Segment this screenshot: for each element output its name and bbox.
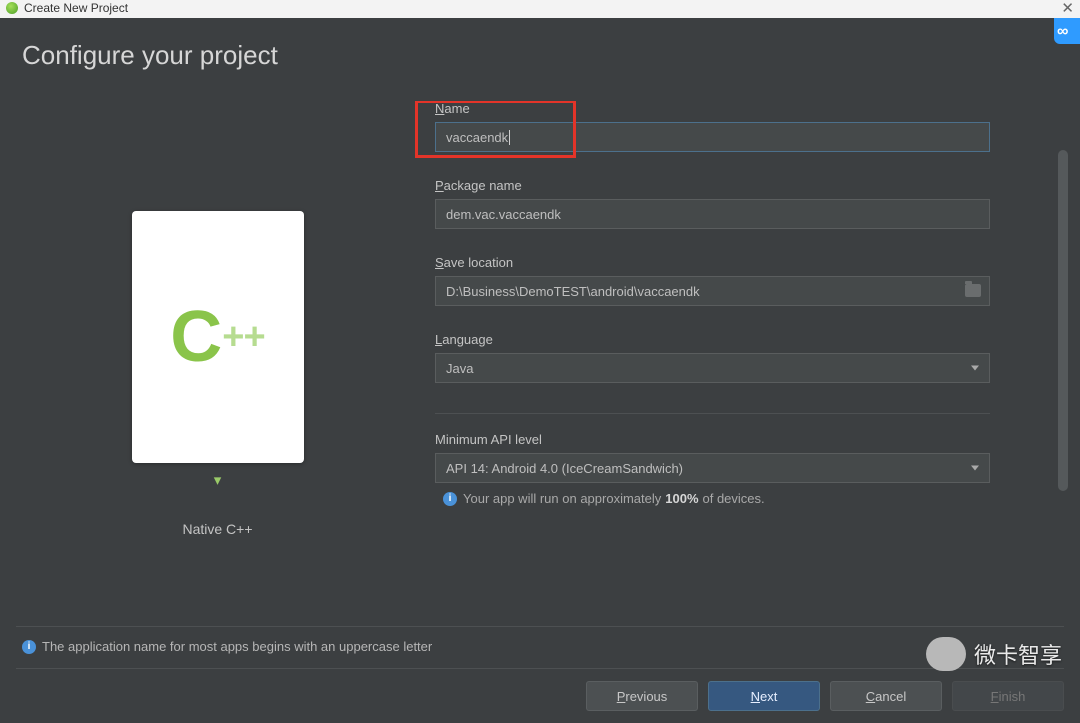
close-icon[interactable]: ✕: [1061, 0, 1074, 17]
wizard-body: ∞ Configure your project C++ ▾ Native C+…: [0, 18, 1080, 723]
min-api-select[interactable]: API 14: Android 4.0 (IceCreamSandwich): [435, 453, 990, 483]
info-icon: i: [22, 640, 36, 654]
field-language: Language Java: [435, 332, 990, 383]
browse-folder-icon[interactable]: [965, 284, 981, 297]
field-name: Name vaccaendk: [435, 101, 990, 152]
field-save-location: Save location D:\Business\DemoTEST\andro…: [435, 255, 990, 306]
vertical-scrollbar[interactable]: [1058, 150, 1068, 611]
watermark: 微卡智享: [926, 637, 1062, 671]
section-divider: [435, 413, 990, 414]
android-studio-icon: [6, 2, 18, 14]
language-label: Language: [435, 332, 990, 347]
corner-badge-icon: ∞: [1054, 18, 1080, 44]
cancel-button[interactable]: Cancel: [830, 681, 942, 711]
api-coverage-note: i Your app will run on approximately100%…: [435, 491, 990, 506]
scrollbar-thumb[interactable]: [1058, 150, 1068, 491]
language-select[interactable]: Java: [435, 353, 990, 383]
field-min-api: Minimum API level API 14: Android 4.0 (I…: [435, 432, 990, 506]
template-thumbnail: C++: [132, 211, 304, 463]
min-api-label: Minimum API level: [435, 432, 990, 447]
finish-button: Finish: [952, 681, 1064, 711]
next-button[interactable]: Next: [708, 681, 820, 711]
wizard-window: Create New Project ✕ ∞ Configure your pr…: [0, 0, 1080, 723]
template-thumb-accent: ▾: [0, 471, 435, 489]
cpp-logo-icon: C++: [170, 296, 264, 378]
template-name: Native C++: [182, 521, 252, 537]
info-icon: i: [443, 492, 457, 506]
template-preview-column: C++ ▾ Native C++: [0, 101, 435, 626]
page-title: Configure your project: [22, 40, 1080, 71]
wizard-buttons: Previous Next Cancel Finish: [0, 669, 1080, 723]
titlebar: Create New Project ✕: [0, 0, 1080, 18]
save-location-input[interactable]: D:\Business\DemoTEST\android\vaccaendk: [435, 276, 990, 306]
window-title: Create New Project: [24, 1, 1061, 15]
wechat-bubble-icon: [926, 637, 966, 671]
save-location-label: Save location: [435, 255, 990, 270]
package-label: Package name: [435, 178, 990, 193]
previous-button[interactable]: Previous: [586, 681, 698, 711]
name-input-focus-ring: [435, 122, 990, 152]
name-label: Name: [435, 101, 990, 116]
text-caret-icon: [509, 130, 510, 145]
project-form: Name vaccaendk Package name dem.vac.vacc…: [435, 101, 1080, 626]
field-package: Package name dem.vac.vaccaendk: [435, 178, 990, 229]
validation-hint: i The application name for most apps beg…: [0, 627, 1080, 668]
package-input[interactable]: dem.vac.vaccaendk: [435, 199, 990, 229]
name-input[interactable]: vaccaendk: [435, 122, 990, 152]
